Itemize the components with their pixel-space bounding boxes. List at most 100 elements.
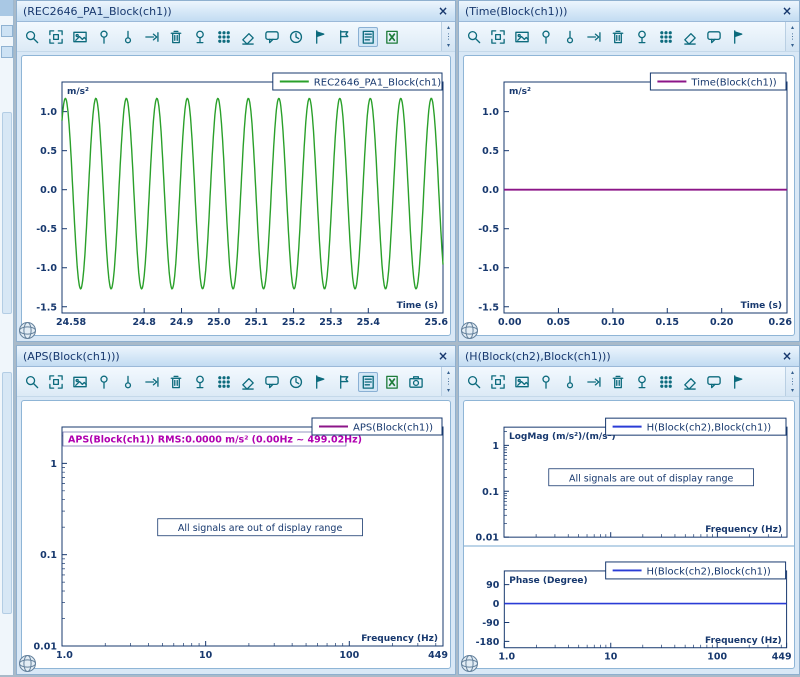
- navigation-globe-icon[interactable]: [18, 654, 37, 673]
- frf-logmag-chart[interactable]: 10.10.01LogMag (m/s²)/(m/s²)Frequency (H…: [464, 401, 794, 545]
- comment-icon[interactable]: [704, 27, 724, 47]
- svg-text:449: 449: [428, 650, 448, 661]
- svg-text:25.3: 25.3: [319, 317, 342, 328]
- scroll-down-icon[interactable]: ▾: [447, 42, 450, 49]
- pin-icon[interactable]: [94, 27, 114, 47]
- trash-icon[interactable]: [166, 372, 186, 392]
- select-points-icon[interactable]: [656, 27, 676, 47]
- clock-icon[interactable]: [286, 372, 306, 392]
- cursor-icon[interactable]: [584, 27, 604, 47]
- zoom-icon[interactable]: [464, 372, 484, 392]
- eraser-icon[interactable]: [680, 27, 700, 47]
- image-icon[interactable]: [512, 372, 532, 392]
- select-points-icon[interactable]: [656, 372, 676, 392]
- close-icon[interactable]: ×: [438, 5, 448, 17]
- image-icon[interactable]: [512, 27, 532, 47]
- toolbar-overflow-button[interactable]: ▴ ⋮ ▾: [441, 367, 455, 396]
- image-icon[interactable]: [70, 372, 90, 392]
- time-block-chart[interactable]: 0.000.050.100.150.200.261.00.50.0-0.5-1.…: [464, 56, 794, 335]
- select-points-icon[interactable]: [214, 372, 234, 392]
- zoom-icon[interactable]: [22, 27, 42, 47]
- titlebar[interactable]: (APS(Block(ch1))) ×: [17, 346, 455, 367]
- aps-spectrum-chart[interactable]: 1.01010044910.10.01LogMag m/s² (0-peak)F…: [22, 401, 450, 668]
- navigation-globe-icon[interactable]: [18, 321, 37, 340]
- toolbar-overflow-button[interactable]: ▴ ⋮ ▾: [441, 22, 455, 51]
- dock-icon[interactable]: [1, 46, 13, 58]
- select-points-icon[interactable]: [214, 27, 234, 47]
- plot-area: 1.01010044910.10.01LogMag m/s² (0-peak)F…: [17, 397, 455, 674]
- excel-icon[interactable]: [382, 27, 402, 47]
- plot-window-frf: (H(Block(ch2),Block(ch1))) × ▴ ⋮ ▾ 10.10…: [458, 345, 800, 675]
- scroll-down-icon[interactable]: ▾: [791, 42, 794, 49]
- eraser-icon[interactable]: [680, 372, 700, 392]
- scroll-up-icon[interactable]: ▴: [447, 369, 450, 376]
- close-icon[interactable]: ×: [782, 5, 792, 17]
- scroll-down-icon[interactable]: ▾: [447, 387, 450, 394]
- cursor-icon[interactable]: [142, 372, 162, 392]
- flag-icon[interactable]: [728, 27, 748, 47]
- thermometer-icon[interactable]: [560, 27, 580, 47]
- fit-icon[interactable]: [46, 27, 66, 47]
- comment-icon[interactable]: [262, 27, 282, 47]
- thermometer-icon[interactable]: [118, 27, 138, 47]
- close-icon[interactable]: ×: [782, 350, 792, 362]
- grip-icon: ⋮: [445, 378, 453, 386]
- titlebar[interactable]: (H(Block(ch2),Block(ch1))) ×: [459, 346, 799, 367]
- rec-time-series-chart[interactable]: 24.5824.824.925.025.125.225.325.425.61.0…: [22, 56, 450, 335]
- svg-text:Time (s): Time (s): [741, 301, 782, 311]
- titlebar[interactable]: (Time(Block(ch1))) ×: [459, 1, 799, 22]
- eraser-icon[interactable]: [238, 372, 258, 392]
- pin-icon[interactable]: [94, 372, 114, 392]
- balloon-icon[interactable]: [190, 27, 210, 47]
- balloon-icon[interactable]: [632, 372, 652, 392]
- flag-icon[interactable]: [728, 372, 748, 392]
- eraser-icon[interactable]: [238, 27, 258, 47]
- close-icon[interactable]: ×: [438, 350, 448, 362]
- comment-icon[interactable]: [704, 372, 724, 392]
- navigation-globe-icon[interactable]: [460, 321, 479, 340]
- pin-icon[interactable]: [536, 27, 556, 47]
- thermometer-icon[interactable]: [118, 372, 138, 392]
- titlebar[interactable]: (REC2646_PA1_Block(ch1)) ×: [17, 1, 455, 22]
- scroll-up-icon[interactable]: ▴: [447, 24, 450, 31]
- svg-text:-180: -180: [476, 637, 500, 648]
- fit-icon[interactable]: [488, 372, 508, 392]
- flag-outline-icon[interactable]: [334, 372, 354, 392]
- navigation-globe-icon[interactable]: [460, 654, 479, 673]
- trash-icon[interactable]: [608, 27, 628, 47]
- fit-icon[interactable]: [488, 27, 508, 47]
- excel-icon[interactable]: [382, 372, 402, 392]
- flag-icon[interactable]: [310, 372, 330, 392]
- thermometer-icon[interactable]: [560, 372, 580, 392]
- cursor-icon[interactable]: [142, 27, 162, 47]
- pin-icon[interactable]: [536, 372, 556, 392]
- notes-icon[interactable]: [358, 372, 378, 392]
- scroll-up-icon[interactable]: ▴: [791, 24, 794, 31]
- svg-text:25.6: 25.6: [425, 317, 449, 328]
- scroll-up-icon[interactable]: ▴: [791, 369, 794, 376]
- trash-icon[interactable]: [608, 372, 628, 392]
- dock-icon[interactable]: [1, 25, 13, 37]
- balloon-icon[interactable]: [190, 372, 210, 392]
- svg-text:100: 100: [707, 652, 727, 663]
- camera-icon[interactable]: [406, 372, 426, 392]
- scroll-down-icon[interactable]: ▾: [791, 387, 794, 394]
- frf-phase-chart[interactable]: 1.010100449900-90-180Phase (Degree)Frequ…: [464, 547, 794, 668]
- cursor-icon[interactable]: [584, 372, 604, 392]
- trash-icon[interactable]: [166, 27, 186, 47]
- toolbar-icons: [464, 372, 748, 392]
- flag-icon[interactable]: [310, 27, 330, 47]
- plot-window-rec: (REC2646_PA1_Block(ch1)) × ▴ ⋮ ▾ 24.5824…: [16, 0, 456, 342]
- zoom-icon[interactable]: [464, 27, 484, 47]
- zoom-icon[interactable]: [22, 372, 42, 392]
- clock-icon[interactable]: [286, 27, 306, 47]
- toolbar-overflow-button[interactable]: ▴ ⋮ ▾: [785, 22, 799, 51]
- toolbar-overflow-button[interactable]: ▴ ⋮ ▾: [785, 367, 799, 396]
- fit-icon[interactable]: [46, 372, 66, 392]
- notes-icon[interactable]: [358, 27, 378, 47]
- comment-icon[interactable]: [262, 372, 282, 392]
- balloon-icon[interactable]: [632, 27, 652, 47]
- svg-text:-0.5: -0.5: [36, 224, 57, 235]
- image-icon[interactable]: [70, 27, 90, 47]
- flag-outline-icon[interactable]: [334, 27, 354, 47]
